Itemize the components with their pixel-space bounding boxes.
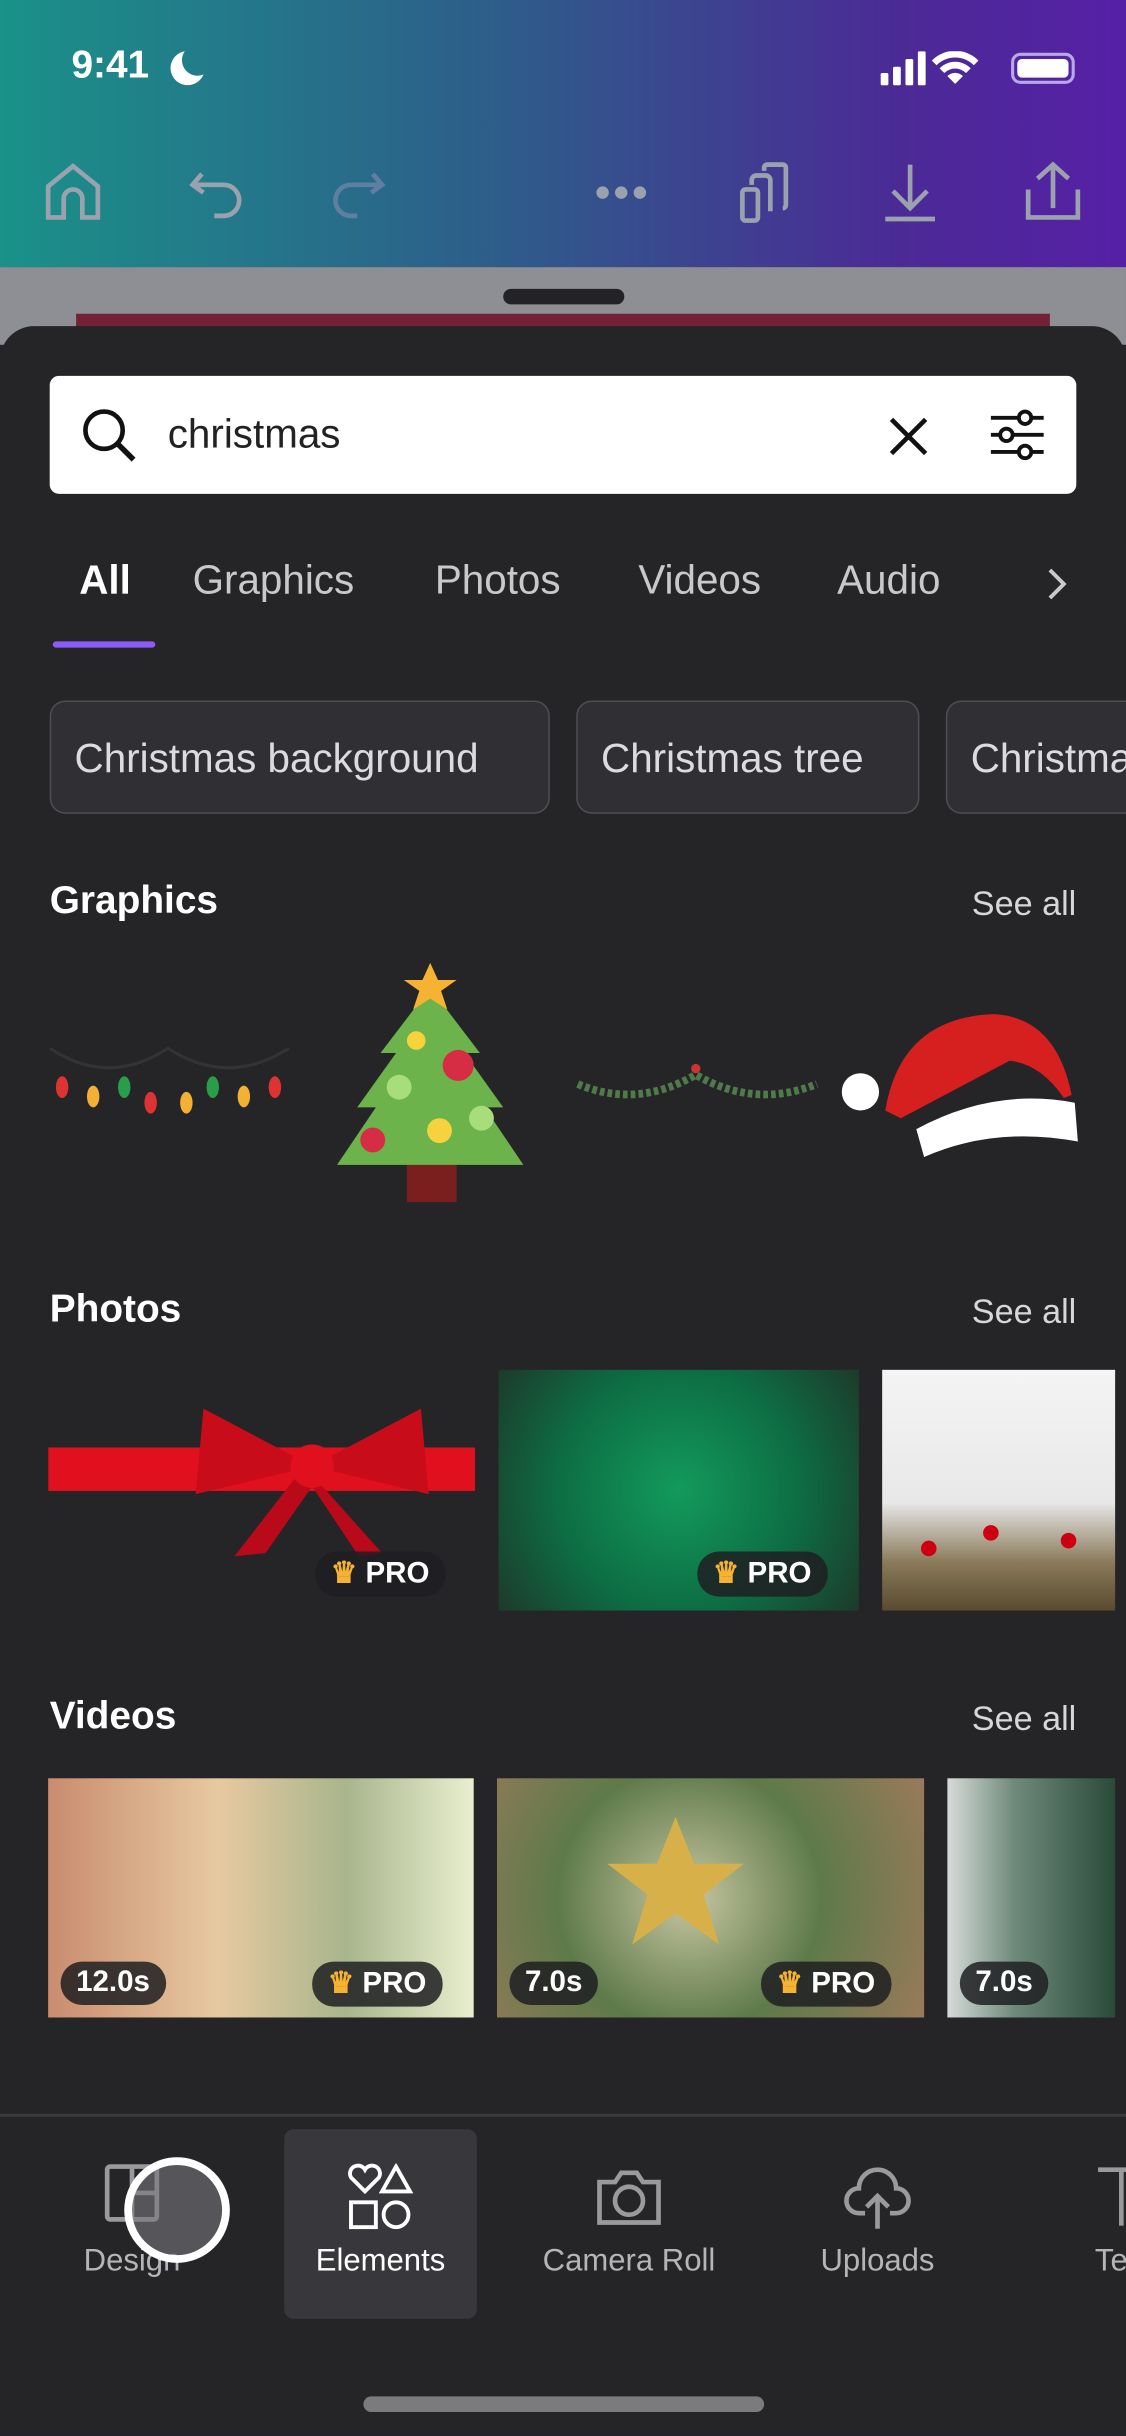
photos-heading: Photos (49, 1287, 182, 1332)
star-ornament (607, 1817, 744, 1945)
more-icon[interactable] (590, 162, 652, 224)
nav-label: Uploads (820, 2244, 935, 2279)
nav-text[interactable]: Te (1030, 2129, 1126, 2318)
suggestion-chip[interactable]: Christmas background (49, 700, 550, 814)
crown-icon: ♛ (327, 1967, 355, 2001)
touch-indicator (124, 2157, 230, 2263)
top-bar: 9:41 (0, 0, 1126, 268)
garland-graphic[interactable] (575, 1056, 820, 1112)
suggestion-chip[interactable]: Christmas tree (576, 700, 920, 814)
status-icons (880, 51, 1075, 86)
duration-badge: 7.0s (959, 1961, 1049, 2006)
nav-elements[interactable]: Elements (284, 2129, 477, 2319)
crown-icon: ♛ (776, 1967, 804, 2001)
photos-see-all[interactable]: See all (972, 1292, 1076, 1332)
nav-label: Elements (315, 2244, 446, 2279)
nav-camera-roll[interactable]: Camera Roll (533, 2129, 726, 2318)
photo-green-frame[interactable]: ♛ PRO (498, 1369, 859, 1611)
christmas-tree-graphic[interactable] (334, 960, 528, 1205)
video-thumbnail[interactable]: 12.0s ♛ PRO (48, 1778, 474, 2018)
santa-hat-graphic[interactable] (839, 1002, 1087, 1165)
videos-see-all[interactable]: See all (972, 1699, 1076, 1739)
home-icon[interactable] (42, 162, 104, 224)
download-icon[interactable] (879, 162, 941, 224)
elements-icon (348, 2162, 414, 2230)
share-icon[interactable] (1022, 161, 1084, 224)
moon-icon (170, 51, 204, 86)
nav-uploads[interactable]: Uploads (781, 2129, 974, 2318)
pro-badge: ♛ PRO (697, 1551, 828, 1597)
suggestion-chip[interactable]: Christmas (945, 700, 1126, 814)
tab-photos[interactable]: Photos (435, 556, 561, 604)
undo-icon[interactable] (186, 162, 248, 224)
tab-graphics[interactable]: Graphics (193, 556, 355, 604)
app-screen: 9:41 christmas All Graphics Photos Video… (0, 0, 1126, 2436)
crown-icon: ♛ (330, 1557, 358, 1591)
tab-all[interactable]: All (79, 556, 131, 604)
tab-videos[interactable]: Videos (638, 556, 761, 604)
filter-icon[interactable] (988, 407, 1047, 463)
duration-badge: 7.0s (509, 1961, 598, 2006)
nav-label: Camera Roll (542, 2244, 716, 2279)
redo-icon[interactable] (326, 162, 388, 224)
search-field[interactable]: christmas (49, 375, 1077, 494)
graphics-see-all[interactable]: See all (972, 884, 1076, 924)
photo-pinecones[interactable] (882, 1369, 1116, 1611)
pro-badge: ♛ PRO (761, 1961, 891, 2007)
cloud-upload-icon (844, 2167, 911, 2229)
pro-badge: ♛ PRO (312, 1961, 442, 2007)
search-icon (83, 409, 136, 462)
home-indicator (363, 2396, 765, 2412)
search-input[interactable]: christmas (168, 410, 341, 458)
pages-icon[interactable] (735, 162, 797, 224)
string-lights-graphic[interactable] (47, 1025, 292, 1126)
nav-label: Te (1094, 2244, 1126, 2279)
video-thumbnail[interactable]: 7.0s (947, 1778, 1116, 2018)
videos-heading: Videos (49, 1694, 177, 1738)
active-tab-indicator (52, 641, 156, 648)
graphics-heading: Graphics (49, 879, 219, 923)
camera-icon (597, 2170, 661, 2225)
text-icon (1098, 2167, 1126, 2226)
sheet-drag-handle[interactable] (503, 288, 625, 305)
clear-icon[interactable] (888, 416, 928, 456)
pro-badge: ♛ PRO (315, 1551, 445, 1597)
photo-ribbon-bow[interactable]: ♛ PRO (48, 1369, 476, 1611)
chevron-right-icon[interactable] (1044, 565, 1069, 602)
status-time: 9:41 (71, 43, 150, 87)
duration-badge: 12.0s (60, 1961, 166, 2006)
bottom-nav: Design Elements Camera Roll Uploads Te (0, 2116, 1126, 2436)
video-thumbnail[interactable]: 7.0s ♛ PRO (496, 1778, 925, 2018)
crown-icon: ♛ (712, 1557, 740, 1591)
tab-audio[interactable]: Audio (837, 556, 940, 604)
